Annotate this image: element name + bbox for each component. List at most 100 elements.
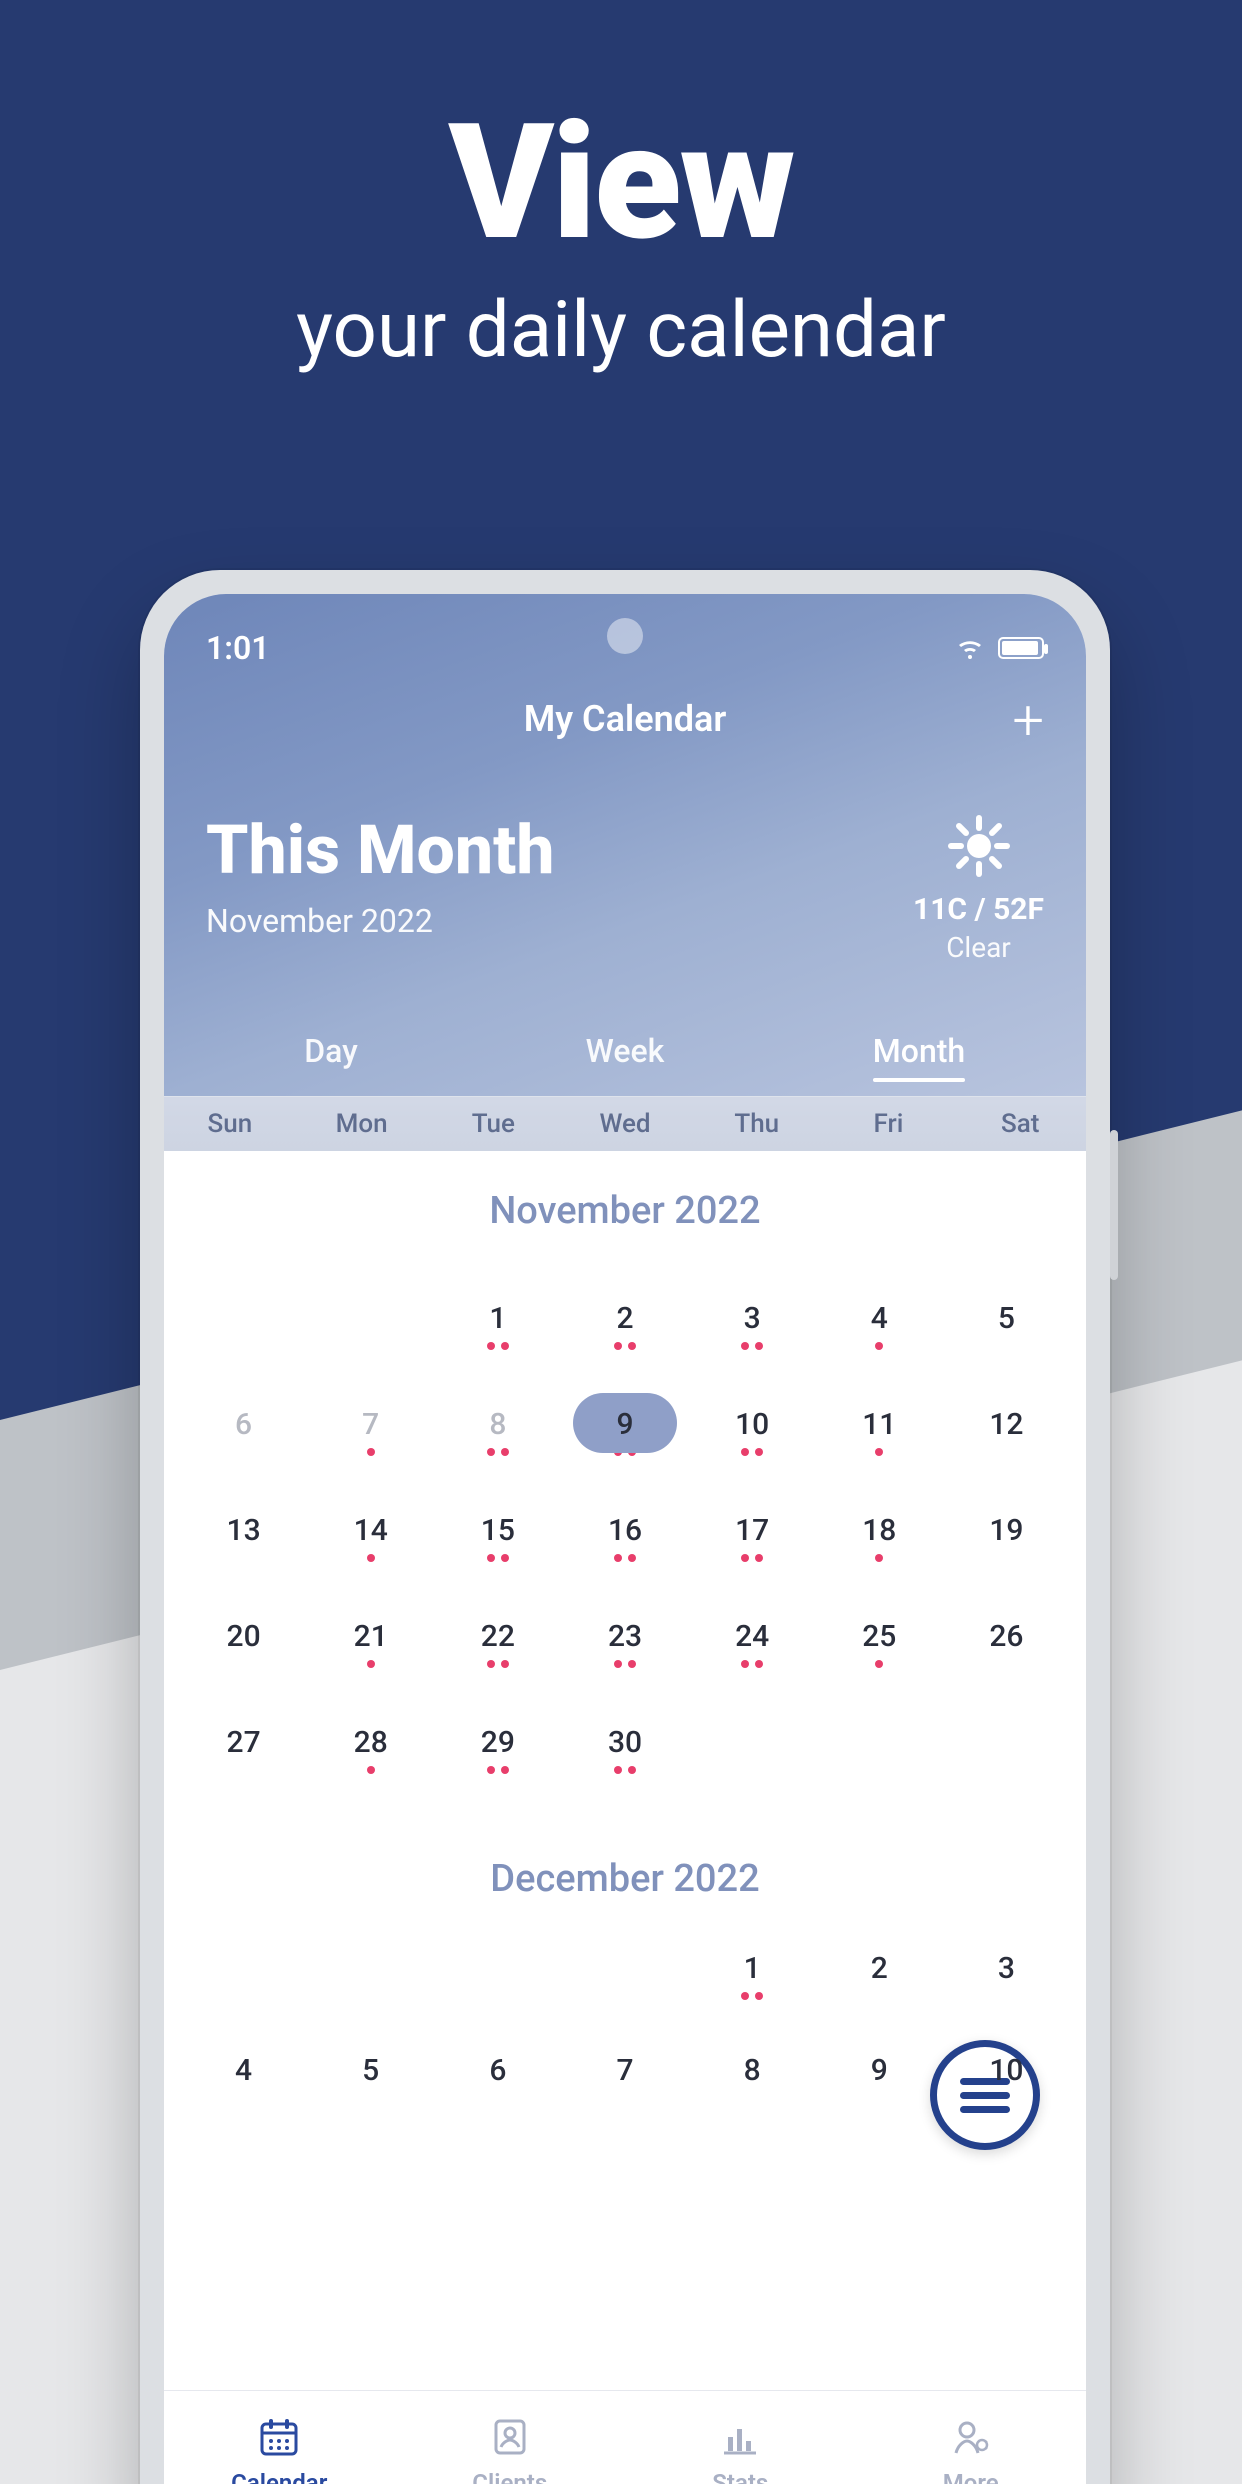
day-cell[interactable]: 8	[434, 1407, 561, 1481]
day-cell[interactable]: 22	[434, 1619, 561, 1693]
event-dot	[487, 1342, 495, 1350]
promo-subtitle: your daily calendar	[0, 285, 1242, 376]
screen-title: My Calendar	[524, 698, 727, 740]
day-cell[interactable]: 15	[434, 1513, 561, 1587]
day-cell[interactable]: 9	[816, 2053, 943, 2127]
calendar-body[interactable]: November 2022123456789101112131415161718…	[164, 1151, 1086, 2484]
day-cell[interactable]: 4	[816, 1301, 943, 1375]
day-cell[interactable]: 8	[689, 2053, 816, 2127]
day-cell[interactable]: 19	[943, 1513, 1070, 1587]
day-cell[interactable]: 30	[561, 1725, 688, 1799]
day-cell[interactable]: 26	[943, 1619, 1070, 1693]
day-cell[interactable]: 16	[561, 1513, 688, 1587]
day-cell[interactable]: 21	[307, 1619, 434, 1693]
day-number: 30	[608, 1725, 642, 1760]
day-cell[interactable]: 25	[816, 1619, 943, 1693]
day-cell[interactable]: 6	[180, 1407, 307, 1481]
day-number: 5	[998, 1301, 1015, 1336]
day-cell[interactable]: 4	[180, 2053, 307, 2127]
event-dots	[487, 1448, 509, 1456]
day-cell[interactable]: 1	[689, 1951, 816, 2025]
event-dot	[614, 1660, 622, 1668]
day-number: 10	[735, 1407, 769, 1442]
day-cell[interactable]: 18	[816, 1513, 943, 1587]
menu-fab[interactable]	[930, 2040, 1040, 2150]
stats-icon	[718, 2415, 762, 2463]
event-dot	[875, 1342, 883, 1350]
nav-item-clients[interactable]: Clients	[395, 2391, 626, 2484]
event-dot	[487, 1660, 495, 1668]
title-bar: My Calendar +	[164, 674, 1086, 750]
event-dot	[367, 1554, 375, 1562]
day-cell[interactable]: 1	[434, 1301, 561, 1375]
day-number: 15	[481, 1513, 515, 1548]
day-cell[interactable]: 17	[689, 1513, 816, 1587]
day-cell[interactable]: 27	[180, 1725, 307, 1799]
event-dots	[741, 1660, 763, 1668]
day-blank	[307, 1951, 434, 2025]
day-number: 11	[862, 1407, 896, 1442]
day-cell[interactable]: 5	[307, 2053, 434, 2127]
add-button[interactable]: +	[1012, 692, 1044, 748]
weather-temperature: 11C / 52F	[913, 892, 1044, 927]
app-header: 1:01 My Calendar + This Month	[164, 594, 1086, 1096]
view-tab-month[interactable]: Month	[772, 1024, 1066, 1082]
event-dot	[741, 1342, 749, 1350]
camera-notch	[607, 618, 643, 654]
day-number: 9	[871, 2053, 888, 2088]
day-number: 16	[608, 1513, 642, 1548]
event-dots	[741, 1992, 763, 2000]
more-icon	[949, 2415, 993, 2463]
day-cell[interactable]: 13	[180, 1513, 307, 1587]
event-dots	[367, 1554, 375, 1562]
day-cell[interactable]: 7	[561, 2053, 688, 2127]
day-cell[interactable]: 2	[561, 1301, 688, 1375]
day-cell[interactable]: 9	[561, 1407, 688, 1481]
nav-item-calendar[interactable]: Calendar	[164, 2391, 395, 2484]
event-dots	[487, 1554, 509, 1562]
day-cell[interactable]: 11	[816, 1407, 943, 1481]
day-cell[interactable]: 28	[307, 1725, 434, 1799]
view-tab-week[interactable]: Week	[478, 1024, 772, 1082]
day-number: 2	[616, 1301, 633, 1336]
event-dot	[755, 1660, 763, 1668]
promo-title: View	[0, 90, 1242, 277]
weekday-header: SunMonTueWedThuFriSat	[164, 1096, 1086, 1151]
day-cell[interactable]: 10	[689, 1407, 816, 1481]
event-dot	[875, 1554, 883, 1562]
day-cell[interactable]: 12	[943, 1407, 1070, 1481]
day-cell[interactable]: 6	[434, 2053, 561, 2127]
wifi-icon	[956, 629, 984, 667]
day-cell[interactable]: 24	[689, 1619, 816, 1693]
promo-text: View your daily calendar	[0, 90, 1242, 376]
day-cell[interactable]: 23	[561, 1619, 688, 1693]
weekday-label: Sun	[164, 1097, 296, 1151]
event-dot	[367, 1766, 375, 1774]
day-cell[interactable]: 20	[180, 1619, 307, 1693]
view-tab-day[interactable]: Day	[184, 1024, 478, 1082]
event-dot	[755, 1992, 763, 2000]
day-cell[interactable]: 2	[816, 1951, 943, 2025]
event-dot	[628, 1342, 636, 1350]
nav-item-more[interactable]: More	[856, 2391, 1087, 2484]
day-cell[interactable]: 14	[307, 1513, 434, 1587]
day-number: 12	[989, 1407, 1023, 1442]
day-cell[interactable]: 5	[943, 1301, 1070, 1375]
day-blank	[307, 1301, 434, 1375]
day-cell[interactable]: 29	[434, 1725, 561, 1799]
day-blank	[180, 1301, 307, 1375]
weekday-label: Fri	[823, 1097, 955, 1151]
nav-item-stats[interactable]: Stats	[625, 2391, 856, 2484]
day-cell[interactable]: 3	[689, 1301, 816, 1375]
month-label: December 2022	[164, 1819, 1086, 1911]
weekday-label: Tue	[427, 1097, 559, 1151]
event-dots	[487, 1660, 509, 1668]
nav-label: Clients	[472, 2469, 547, 2484]
day-cell[interactable]: 3	[943, 1951, 1070, 2025]
event-dots	[367, 1766, 375, 1774]
event-dot	[501, 1660, 509, 1668]
day-number: 5	[362, 2053, 379, 2088]
bottom-nav: Calendar Clients StatsMore	[164, 2390, 1086, 2484]
event-dot	[741, 1554, 749, 1562]
day-cell[interactable]: 7	[307, 1407, 434, 1481]
